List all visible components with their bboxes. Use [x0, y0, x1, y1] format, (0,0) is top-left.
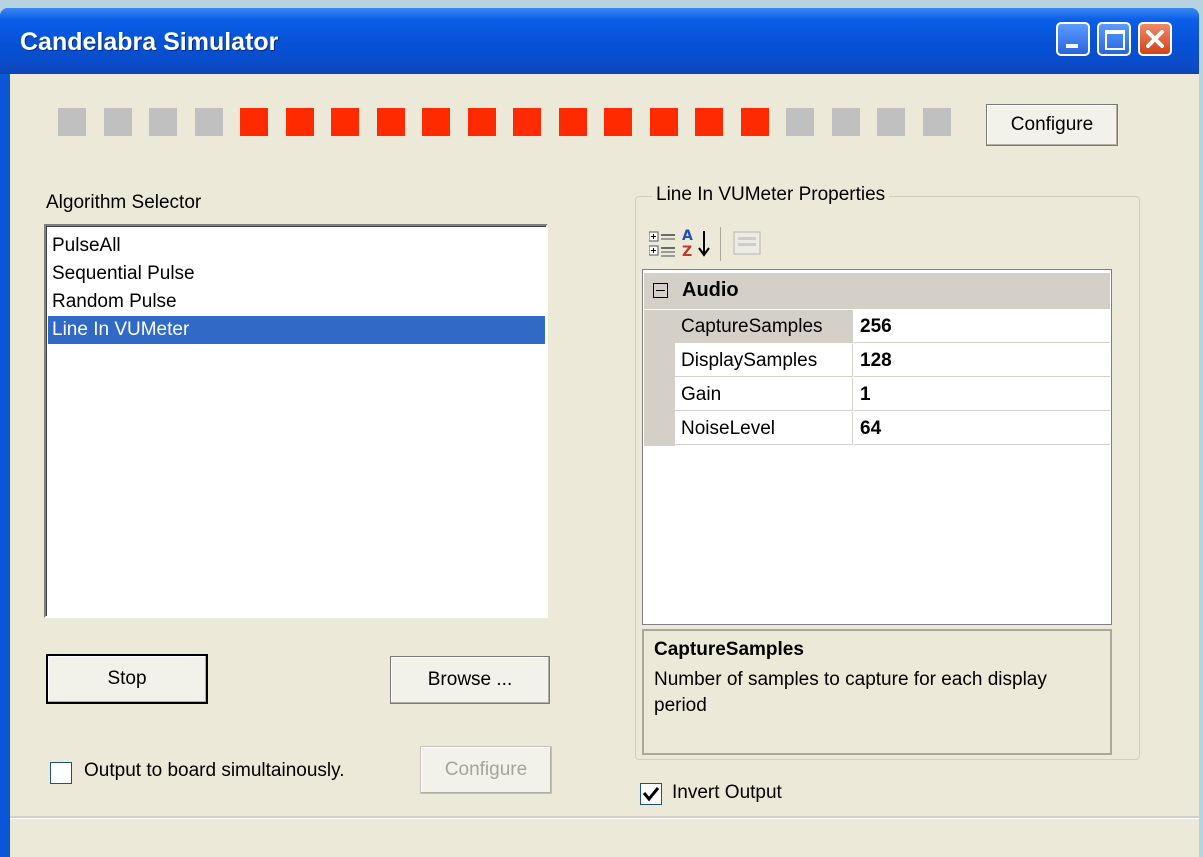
- led-1: [58, 108, 86, 136]
- properties-group-title: Line In VUMeter Properties: [652, 184, 890, 206]
- status-divider: [10, 816, 1199, 819]
- led-7: [331, 108, 359, 136]
- output-to-board-checkbox[interactable]: [50, 762, 72, 784]
- led-3: [149, 108, 177, 136]
- client-area: Configure Algorithm Selector PulseAll Se…: [10, 74, 1199, 857]
- maximize-button[interactable]: [1097, 22, 1131, 56]
- help-description: Number of samples to capture for each di…: [654, 669, 1047, 716]
- row-margin: [644, 344, 675, 378]
- property-value[interactable]: 256: [854, 310, 1110, 343]
- configure-leds-button[interactable]: Configure: [986, 104, 1118, 146]
- close-icon: [1146, 30, 1164, 48]
- led-10: [467, 108, 496, 136]
- property-row[interactable]: NoiseLevel 64: [644, 412, 1110, 446]
- window-title: Candelabra Simulator: [20, 28, 279, 56]
- property-value[interactable]: 1: [854, 378, 1110, 411]
- svg-text:A: A: [682, 228, 693, 244]
- led-11: [513, 108, 541, 136]
- led-16: [740, 108, 769, 136]
- alphabetical-sort-icon[interactable]: A Z: [681, 227, 713, 264]
- row-margin: [644, 378, 675, 412]
- algorithm-listbox[interactable]: PulseAll Sequential Pulse Random Pulse L…: [44, 224, 548, 618]
- property-name[interactable]: DisplaySamples: [675, 344, 853, 377]
- led-5: [240, 108, 268, 136]
- category-audio[interactable]: Audio: [644, 273, 1110, 309]
- property-grid: Audio CaptureSamples 256 DisplaySamples …: [642, 269, 1112, 625]
- led-12: [558, 108, 587, 136]
- invert-output-checkbox[interactable]: [640, 783, 662, 805]
- property-name[interactable]: CaptureSamples: [675, 310, 853, 343]
- led-19: [877, 108, 905, 136]
- collapse-icon[interactable]: [653, 283, 668, 298]
- property-value[interactable]: 64: [854, 412, 1110, 445]
- list-item-random-pulse[interactable]: Random Pulse: [48, 288, 545, 316]
- algorithm-selector-label: Algorithm Selector: [46, 192, 202, 213]
- invert-output-label: Invert Output: [672, 782, 782, 803]
- toolbar-separator: [720, 227, 721, 261]
- configure-board-button[interactable]: Configure: [420, 746, 552, 794]
- checkmark-icon: [642, 787, 660, 802]
- led-18: [831, 108, 860, 136]
- svg-text:Z: Z: [682, 244, 692, 259]
- property-grid-toolbar: A Z: [643, 221, 1133, 267]
- property-value[interactable]: 128: [854, 344, 1110, 377]
- property-name[interactable]: NoiseLevel: [675, 412, 853, 445]
- property-help-panel: CaptureSamples Number of samples to capt…: [642, 629, 1112, 755]
- property-pages-icon[interactable]: [733, 231, 761, 262]
- led-17: [786, 108, 814, 136]
- list-item-sequential-pulse[interactable]: Sequential Pulse: [48, 260, 545, 288]
- led-4: [194, 108, 223, 136]
- led-9: [422, 108, 450, 136]
- property-row[interactable]: CaptureSamples 256: [644, 310, 1110, 344]
- led-14: [649, 108, 678, 136]
- close-button[interactable]: [1138, 22, 1172, 56]
- list-item-pulseall[interactable]: PulseAll: [48, 232, 545, 260]
- row-margin: [644, 412, 675, 446]
- title-bar[interactable]: Candelabra Simulator: [0, 8, 1199, 74]
- browse-button[interactable]: Browse ...: [390, 656, 550, 704]
- row-margin: [644, 310, 675, 344]
- property-row[interactable]: DisplaySamples 128: [644, 344, 1110, 378]
- app-window: Candelabra Simulator Configure Algorithm…: [0, 8, 1199, 857]
- led-15: [695, 108, 723, 136]
- led-20: [922, 108, 951, 136]
- stop-button[interactable]: Stop: [46, 654, 208, 704]
- minimize-button[interactable]: [1056, 22, 1090, 56]
- property-name[interactable]: Gain: [675, 378, 853, 411]
- led-2: [103, 108, 132, 136]
- led-8: [376, 108, 405, 136]
- property-row[interactable]: Gain 1: [644, 378, 1110, 412]
- output-to-board-label: Output to board simultainously.: [84, 760, 345, 781]
- categorized-view-icon[interactable]: [648, 231, 677, 264]
- list-item-line-in-vumeter[interactable]: Line In VUMeter: [48, 316, 545, 344]
- category-name: Audio: [682, 279, 739, 301]
- help-title: CaptureSamples: [654, 639, 804, 660]
- led-6: [285, 108, 314, 136]
- led-13: [604, 108, 632, 136]
